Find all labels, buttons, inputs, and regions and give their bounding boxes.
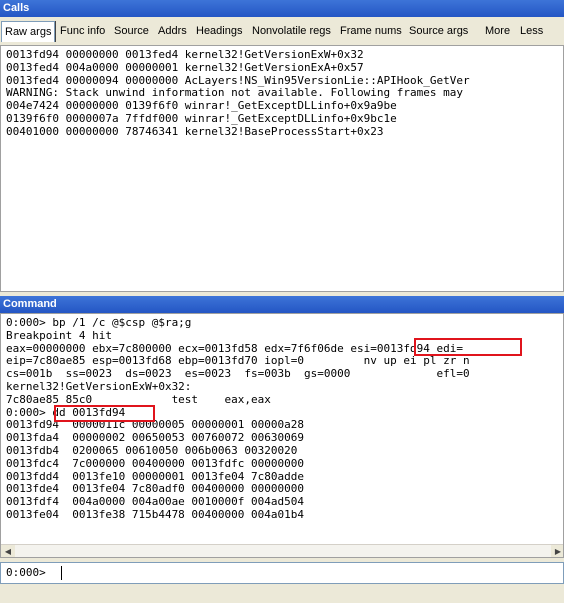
command-input-bar[interactable]: 0:000>: [0, 562, 564, 584]
command-prompt: 0:000>: [6, 566, 46, 579]
command-horizontal-scrollbar[interactable]: ◀ ▶: [1, 544, 563, 557]
call-stack-line: 0013fd94 00000000 0013fed4 kernel32!GetV…: [6, 48, 364, 61]
call-stack-list: 0013fd94 00000000 0013fed4 kernel32!GetV…: [6, 48, 470, 139]
tab-frame-nums[interactable]: Frame nums: [337, 21, 405, 41]
dd-command-highlight: [54, 405, 155, 422]
tab-func-info[interactable]: Func info: [57, 21, 108, 41]
tab-raw-args[interactable]: Raw args: [1, 21, 56, 42]
calls-output[interactable]: 0013fd94 00000000 0013fed4 kernel32!GetV…: [0, 45, 564, 292]
call-stack-line: 0139f6f0 0000007a 7ffdf000 winrar!_GetEx…: [6, 111, 397, 125]
status-bar: [0, 584, 564, 603]
tab-source[interactable]: Source: [111, 21, 152, 41]
call-stack-line: 00401000 00000000 78746341 kernel32!Base…: [6, 124, 384, 138]
esi-register-highlight: [414, 338, 522, 356]
command-output-line: 0013fe04 0013fe38 715b4478 00400000 004a…: [6, 507, 305, 521]
tab-addrs[interactable]: Addrs: [155, 21, 190, 41]
command-output-line: 0013fdb4 0200065 00610050 006b0063 00320…: [6, 443, 298, 457]
command-output-line: Breakpoint 4 hit: [6, 328, 112, 342]
command-output-line: kernel32!GetVersionExW+0x32:: [6, 379, 192, 393]
calls-window-title: Calls: [0, 0, 564, 17]
more-button[interactable]: More: [482, 21, 513, 41]
call-stack-line: 0013fed4 004a0000 00000001 kernel32!GetV…: [6, 60, 364, 74]
input-caret: [61, 566, 62, 580]
calls-options-bar: Raw args Func info Source Addrs Headings…: [0, 17, 564, 45]
tab-nonvolatile-regs[interactable]: Nonvolatile regs: [249, 21, 334, 41]
command-output-line: 0013fdc4 7c000000 00400000 0013fdfc 0000…: [6, 456, 305, 470]
scroll-left-arrow-icon[interactable]: ◀: [1, 545, 15, 557]
tab-source-args[interactable]: Source args: [406, 21, 471, 41]
command-window-title: Command: [0, 296, 564, 313]
command-output[interactable]: 0:000> bp /1 /c @$csp @$ra;g Breakpoint 4…: [0, 313, 564, 558]
less-button[interactable]: Less: [517, 21, 546, 41]
tab-headings[interactable]: Headings: [193, 21, 245, 41]
command-output-line: 0:000> bp /1 /c @$csp @$ra;g: [6, 316, 192, 329]
scroll-right-arrow-icon[interactable]: ▶: [551, 545, 563, 557]
